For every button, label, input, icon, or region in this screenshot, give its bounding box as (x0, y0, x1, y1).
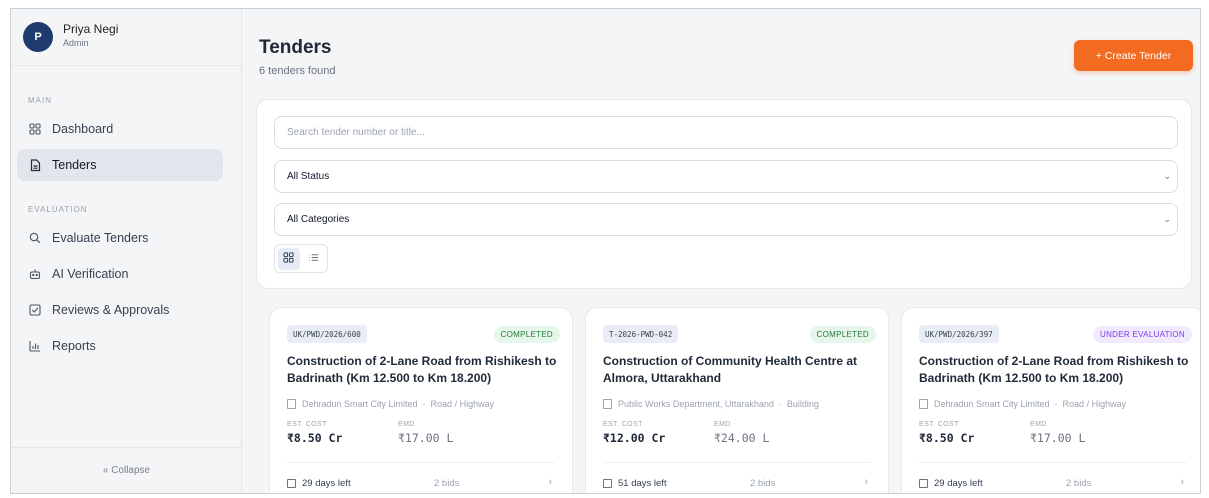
est-cost-value: ₹8.50 Cr (919, 431, 975, 445)
list-view-button[interactable] (303, 248, 325, 270)
main-content: Tenders 6 tenders found + Create Tender … (243, 9, 1200, 493)
bid-count: 2 bids (434, 478, 460, 489)
emd-value: ₹17.00 L (1030, 431, 1086, 445)
user-role: Admin (63, 38, 89, 48)
bid-count: 2 bids (750, 478, 776, 489)
sidebar-item-label: Reviews & Approvals (52, 303, 170, 317)
search-icon (28, 231, 42, 245)
status-badge: UNDER EVALUATION (1093, 326, 1192, 343)
chevron-right-icon[interactable]: › (1180, 476, 1184, 488)
app-window: P Priya Negi Admin MAIN Dashboard Tender… (10, 8, 1201, 494)
est-cost-label: EST. COST (919, 421, 959, 428)
tender-card[interactable]: UK/PWD/2026/600 COMPLETED Construction o… (269, 307, 573, 493)
category: Road / Highway (1062, 399, 1127, 409)
divider (603, 462, 871, 463)
list-icon (308, 250, 319, 268)
emd-value: ₹24.00 L (714, 431, 770, 445)
est-cost-label: EST. COST (603, 421, 643, 428)
status-badge: COMPLETED (493, 326, 560, 343)
sidebar-item-label: Evaluate Tenders (52, 231, 149, 245)
tender-title: Construction of Community Health Centre … (603, 354, 858, 385)
calendar-icon (919, 479, 928, 488)
sidebar: P Priya Negi Admin MAIN Dashboard Tender… (11, 9, 242, 493)
category: Road / Highway (430, 399, 495, 409)
calendar-icon (287, 479, 296, 488)
avatar: P (23, 22, 53, 52)
chevron-down-icon: ⌄ (1163, 214, 1171, 224)
user-profile[interactable]: P Priya Negi Admin (11, 9, 241, 66)
section-label-evaluation: EVALUATION (28, 205, 88, 214)
emd-label: EMD (398, 421, 415, 428)
status-select-value: All Status (287, 171, 330, 182)
status-badge: COMPLETED (809, 326, 876, 343)
organization: Dehradun Smart City Limited (934, 399, 1050, 409)
chevron-right-icon[interactable]: › (864, 476, 868, 488)
organization: Public Works Department, Uttarakhand (618, 399, 774, 409)
grid-icon (283, 250, 294, 268)
bar-chart-icon (28, 339, 42, 353)
sidebar-item-reports[interactable]: Reports (17, 330, 223, 362)
chevron-right-icon[interactable]: › (548, 476, 552, 488)
section-label-main: MAIN (28, 96, 52, 105)
page-title: Tenders (259, 37, 332, 58)
category-select-value: All Categories (287, 214, 350, 225)
document-icon (28, 158, 42, 172)
results-count: 6 tenders found (259, 65, 336, 77)
emd-label: EMD (1030, 421, 1047, 428)
deadline: 29 days left (287, 478, 351, 489)
tender-card[interactable]: UK/PWD/2026/397 UNDER EVALUATION Constru… (901, 307, 1200, 493)
sidebar-item-dashboard[interactable]: Dashboard (17, 113, 223, 145)
sidebar-item-label: Tenders (52, 158, 97, 172)
sidebar-item-label: Reports (52, 339, 96, 353)
est-cost-value: ₹12.00 Cr (603, 431, 666, 445)
tender-card[interactable]: T-2026-PWD-042 COMPLETED Construction of… (585, 307, 889, 493)
deadline: 29 days left (919, 478, 983, 489)
days-left: 29 days left (934, 478, 983, 489)
sidebar-item-evaluate-tenders[interactable]: Evaluate Tenders (17, 222, 223, 254)
sidebar-item-ai-verification[interactable]: AI Verification (17, 258, 223, 290)
sidebar-item-tenders[interactable]: Tenders (17, 149, 223, 181)
create-tender-button[interactable]: + Create Tender (1074, 40, 1193, 71)
chevron-down-icon: ⌄ (1163, 171, 1171, 181)
tender-title: Construction of 2-Lane Road from Rishike… (919, 354, 1189, 385)
category: Building (786, 399, 819, 409)
emd-value: ₹17.00 L (398, 431, 454, 445)
collapse-button[interactable]: « Collapse (11, 447, 242, 493)
tender-meta: Dehradun Smart City Limited · Road / Hig… (287, 399, 494, 409)
filter-panel: Search tender number or title... All Sta… (256, 99, 1192, 289)
building-icon (287, 399, 296, 409)
est-cost-value: ₹8.50 Cr (287, 431, 343, 445)
emd-label: EMD (714, 421, 731, 428)
sidebar-item-label: AI Verification (52, 267, 129, 281)
robot-icon (28, 267, 42, 281)
building-icon (603, 399, 612, 409)
tender-meta: Public Works Department, Uttarakhand · B… (603, 399, 819, 409)
status-select[interactable]: All Status ⌄ (274, 160, 1178, 193)
sidebar-item-label: Dashboard (52, 122, 114, 136)
checkbox-icon (28, 303, 42, 317)
days-left: 51 days left (618, 478, 667, 489)
tender-meta: Dehradun Smart City Limited · Road / Hig… (919, 399, 1126, 409)
user-name: Priya Negi (63, 22, 119, 36)
divider (919, 462, 1187, 463)
tender-title: Construction of 2-Lane Road from Rishike… (287, 354, 557, 385)
sidebar-item-reviews-approvals[interactable]: Reviews & Approvals (17, 294, 223, 326)
tender-number: UK/PWD/2026/397 (919, 325, 999, 343)
tender-number: T-2026-PWD-042 (603, 325, 679, 343)
est-cost-label: EST. COST (287, 421, 327, 428)
bid-count: 2 bids (1066, 478, 1092, 489)
divider (287, 462, 555, 463)
view-toggle (274, 244, 328, 273)
search-input[interactable]: Search tender number or title... (274, 116, 1178, 149)
grid-view-button[interactable] (278, 247, 300, 270)
building-icon (919, 399, 928, 409)
tender-number: UK/PWD/2026/600 (287, 325, 367, 343)
grid-icon (28, 122, 42, 136)
organization: Dehradun Smart City Limited (302, 399, 418, 409)
deadline: 51 days left (603, 478, 667, 489)
days-left: 29 days left (302, 478, 351, 489)
category-select[interactable]: All Categories ⌄ (274, 203, 1178, 236)
calendar-icon (603, 479, 612, 488)
